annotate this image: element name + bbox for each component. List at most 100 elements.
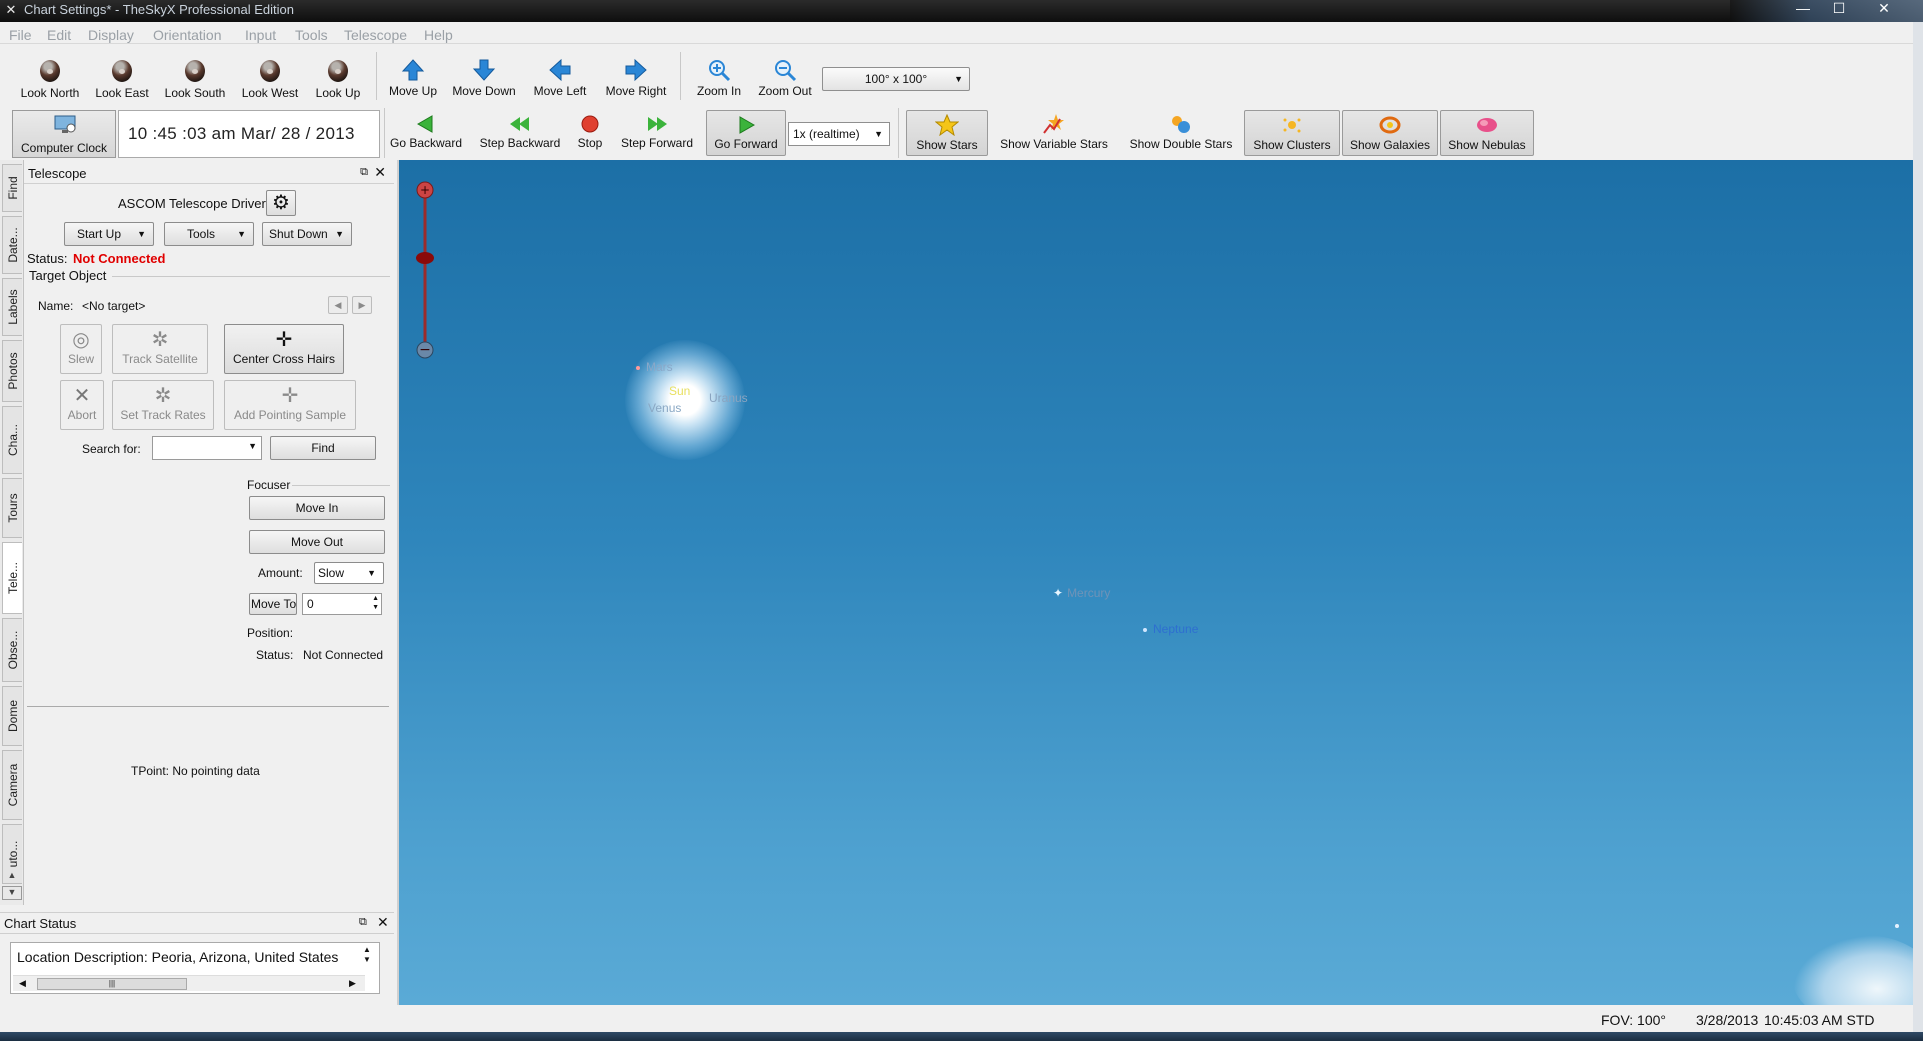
center-cross-hairs-button[interactable]: ✛ Center Cross Hairs (224, 324, 344, 374)
zoom-out-button[interactable]: Zoom Out (754, 58, 816, 98)
sun[interactable]: Sun (669, 384, 690, 398)
chart-status-list[interactable]: Location Description: Peoria, Arizona, U… (10, 942, 380, 994)
planet-mercury[interactable]: ✦ Mercury (1053, 586, 1110, 600)
time-rate-dropdown[interactable]: 1x (realtime) ▼ (788, 122, 890, 146)
look-north-button[interactable]: Look North (14, 58, 86, 100)
float-panel-icon[interactable]: ⧉ (360, 166, 368, 179)
menu-edit[interactable]: Edit (47, 27, 71, 43)
go-forward-button[interactable]: Go Forward (706, 110, 786, 156)
zoom-in-button[interactable]: Zoom In (690, 58, 748, 98)
cloud-decoration (1793, 935, 1913, 1005)
tab-find[interactable]: Find (2, 164, 22, 212)
menu-tools[interactable]: Tools (295, 27, 328, 43)
status-label: Status: (27, 251, 68, 266)
close-panel-icon[interactable]: ✕ (374, 164, 386, 181)
minimize-button[interactable]: — (1783, 0, 1823, 18)
show-stars-button[interactable]: Show Stars (906, 110, 988, 156)
tabs-scroll-down-icon[interactable]: ▼ (2, 886, 22, 900)
sky-chart[interactable]: + − Mars Sun Uranus Venus ✦ Mercury Neptu… (397, 160, 1913, 1005)
move-to-button[interactable]: Move To (249, 593, 297, 615)
amount-dropdown[interactable]: Slow ▼ (314, 562, 384, 584)
show-double-stars-button[interactable]: Show Double Stars (1122, 113, 1240, 151)
look-north-label: Look North (20, 86, 80, 100)
scrollbar-thumb[interactable]: ||| (37, 978, 187, 990)
go-backward-button[interactable]: Go Backward (386, 114, 466, 150)
show-nebulas-button[interactable]: Show Nebulas (1440, 110, 1534, 156)
show-galaxies-button[interactable]: Show Galaxies (1342, 110, 1438, 156)
amount-value: Slow (318, 566, 345, 580)
move-up-button[interactable]: Move Up (384, 58, 442, 98)
tab-date-label: Date... (5, 227, 20, 263)
add-pointing-sample-button[interactable]: ✛ Add Pointing Sample (224, 380, 356, 430)
clock-display[interactable]: 10 :45 :03 am Mar/ 28 / 2013 (118, 110, 380, 158)
tab-labels[interactable]: Labels (2, 278, 22, 336)
tab-chart[interactable]: Cha... (2, 406, 22, 474)
close-panel-icon[interactable]: ✕ (377, 914, 389, 931)
tab-tours[interactable]: Tours (2, 478, 22, 538)
look-west-button[interactable]: Look West (234, 58, 306, 100)
tab-photos[interactable]: Photos (2, 340, 22, 402)
target-name-value: <No target> (82, 299, 146, 313)
planet-venus[interactable]: Venus (648, 401, 697, 415)
scroll-right-icon[interactable]: ▶ (349, 978, 356, 989)
tab-telescope[interactable]: Tele... (2, 542, 22, 614)
zoom-slider[interactable]: + − (415, 180, 435, 360)
next-target-button[interactable]: ▶ (352, 296, 372, 314)
telescope-driver-label: ASCOM Telescope Driver (118, 196, 266, 211)
maximize-button[interactable]: ☐ (1819, 0, 1859, 18)
menu-display[interactable]: Display (88, 27, 134, 43)
set-track-rates-button[interactable]: ✲ Set Track Rates (112, 380, 214, 430)
move-left-button[interactable]: Move Left (526, 58, 594, 98)
look-south-button[interactable]: Look South (158, 58, 232, 100)
tabs-scroll-up-icon[interactable]: ▲ (2, 870, 22, 884)
eyeball-icon (38, 60, 62, 84)
previous-target-button[interactable]: ◀ (328, 296, 348, 314)
slew-button[interactable]: ◎ Slew (60, 324, 102, 374)
show-variable-stars-button[interactable]: Show Variable Stars (992, 113, 1116, 151)
tab-date[interactable]: Date... (2, 216, 22, 274)
menu-help[interactable]: Help (424, 27, 453, 43)
planet-uranus[interactable]: Uranus (709, 391, 748, 405)
tools-dropdown[interactable]: Tools ▼ (164, 222, 254, 246)
spinner-arrows-icon[interactable]: ▲ ▼ (372, 594, 379, 612)
field-of-view-dropdown[interactable]: 100° x 100° ▼ (822, 67, 970, 91)
move-right-button[interactable]: Move Right (600, 58, 672, 98)
abort-button[interactable]: ✕ Abort (60, 380, 104, 430)
find-button[interactable]: Find (270, 436, 376, 460)
look-up-button[interactable]: Look Up (308, 58, 368, 100)
track-satellite-button[interactable]: ✲ Track Satellite (112, 324, 208, 374)
stop-button[interactable]: Stop (572, 114, 608, 150)
scroll-left-icon[interactable]: ◀ (19, 978, 26, 989)
tab-camera[interactable]: Camera (2, 750, 22, 820)
horizontal-scrollbar[interactable]: ◀ ||| ▶ (13, 975, 365, 991)
menu-file[interactable]: File (9, 27, 32, 43)
float-panel-icon[interactable]: ⧉ (359, 916, 367, 929)
menu-telescope[interactable]: Telescope (344, 27, 407, 43)
focuser-move-out-button[interactable]: Move Out (249, 530, 385, 554)
tab-dome[interactable]: Dome (2, 686, 22, 746)
start-up-dropdown[interactable]: Start Up ▼ (64, 222, 154, 246)
telescope-panel-header: Telescope ⧉ ✕ (24, 162, 394, 184)
track-satellite-label: Track Satellite (122, 352, 198, 366)
move-down-button[interactable]: Move Down (448, 58, 520, 98)
tools-label: Tools (187, 227, 216, 241)
close-button[interactable]: ✕ (1864, 0, 1904, 18)
tab-observing[interactable]: Obse... (2, 618, 22, 682)
go-backward-label: Go Backward (389, 136, 463, 150)
step-forward-button[interactable]: Step Forward (614, 114, 700, 150)
tab-telescope-label: Tele... (5, 561, 20, 595)
computer-clock-button[interactable]: Computer Clock (12, 110, 116, 158)
planet-mars[interactable]: Mars (636, 360, 673, 374)
step-backward-button[interactable]: Step Backward (474, 114, 566, 150)
menu-orientation[interactable]: Orientation (153, 27, 221, 43)
shut-down-dropdown[interactable]: Shut Down ▼ (262, 222, 352, 246)
search-input[interactable]: ▼ (152, 436, 262, 460)
move-to-position-input[interactable]: 0 ▲ ▼ (302, 593, 382, 615)
list-spinner-icon[interactable]: ▲ ▼ (363, 945, 371, 965)
show-clusters-button[interactable]: Show Clusters (1244, 110, 1340, 156)
look-east-button[interactable]: Look East (88, 58, 156, 100)
menu-input[interactable]: Input (245, 27, 276, 43)
driver-settings-button[interactable]: ⚙ (266, 190, 296, 216)
planet-neptune[interactable]: Neptune (1143, 622, 1198, 636)
focuser-move-in-button[interactable]: Move In (249, 496, 385, 520)
